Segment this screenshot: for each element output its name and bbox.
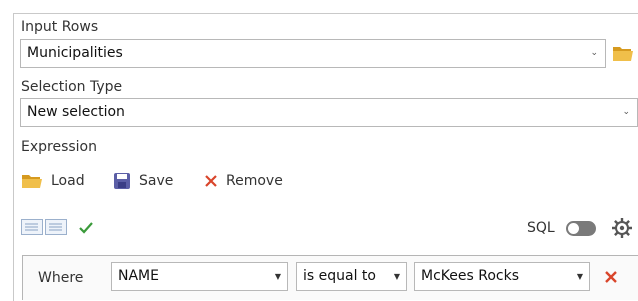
save-disk-icon [114, 173, 130, 189]
field-value: NAME [118, 268, 159, 284]
operator-value: is equal to [303, 268, 376, 284]
value-text: McKees Rocks [421, 268, 519, 284]
load-button[interactable]: Load [21, 170, 85, 192]
checkmark-icon[interactable] [78, 220, 94, 239]
chevron-down-icon: ⌄ [622, 107, 630, 117]
selection-type-dropdown[interactable]: New selection ⌄ [20, 98, 638, 127]
load-label: Load [51, 173, 85, 189]
toggle-knob [568, 223, 579, 234]
delete-clause-icon[interactable] [604, 269, 618, 288]
dropdown-arrow-icon: ▼ [274, 272, 281, 281]
field-dropdown[interactable]: NAME ▼ [111, 262, 288, 291]
save-label: Save [139, 173, 174, 189]
expression-clause: Where NAME ▼ is equal to ▼ McKees Rocks … [22, 255, 638, 300]
input-rows-value: Municipalities [27, 45, 123, 61]
chevron-down-icon: ⌄ [590, 48, 598, 58]
where-label: Where [38, 270, 84, 286]
dropdown-arrow-icon: ▼ [393, 272, 400, 281]
operator-dropdown[interactable]: is equal to ▼ [296, 262, 407, 291]
input-rows-label: Input Rows [21, 19, 99, 35]
sql-toggle[interactable] [566, 221, 596, 236]
save-button[interactable]: Save [113, 170, 173, 192]
remove-x-icon [205, 175, 217, 187]
expression-label: Expression [21, 139, 97, 155]
browse-folder-icon[interactable] [612, 44, 634, 66]
switch-view-icon[interactable] [21, 219, 69, 239]
input-rows-dropdown[interactable]: Municipalities ⌄ [20, 39, 606, 68]
remove-button[interactable]: Remove [204, 170, 283, 192]
selection-type-label: Selection Type [21, 79, 123, 95]
value-dropdown[interactable]: McKees Rocks ▼ [414, 262, 590, 291]
sql-label: SQL [527, 220, 555, 236]
folder-icon [22, 175, 42, 188]
dropdown-arrow-icon: ▼ [576, 272, 583, 281]
selection-type-value: New selection [27, 104, 125, 120]
remove-label: Remove [226, 173, 283, 189]
gear-icon[interactable] [611, 217, 633, 243]
